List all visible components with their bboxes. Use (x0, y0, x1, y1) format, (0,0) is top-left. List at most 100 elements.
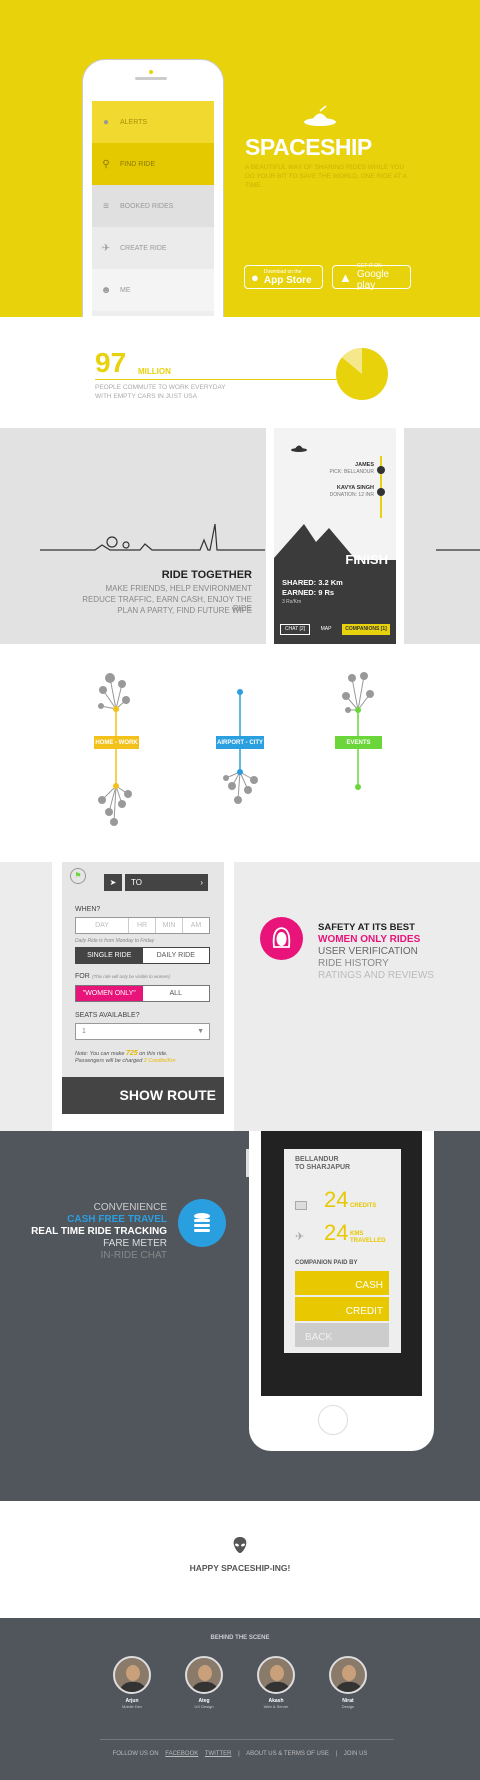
seats-select[interactable]: 1 ▼ (75, 1023, 210, 1040)
show-route-button[interactable]: SHOW ROUTE (62, 1077, 224, 1114)
ride-note: Daily Ride is from Monday to Friday (75, 938, 155, 944)
tag-home-work[interactable]: HOME - WORK (94, 736, 139, 749)
navigate-button[interactable]: ➤ (104, 874, 122, 891)
plane-icon: ✈ (295, 1231, 305, 1243)
credits-number: 24 (324, 1187, 349, 1212)
twitter-link[interactable]: TWITTER (205, 1751, 232, 1757)
spaceship-logo-icon (304, 105, 336, 126)
note-rate: 2 Credits/Km (143, 1058, 176, 1064)
app-store-button[interactable]: ● Download on the App Store (244, 265, 323, 289)
when-min[interactable]: MIN (156, 918, 183, 933)
avatar (257, 1656, 295, 1694)
conv-line-5: IN-RIDE CHAT (100, 1250, 167, 1261)
note-text-3: Passengers will be charged (75, 1058, 143, 1064)
all-option[interactable]: ALL (143, 986, 210, 1001)
chevron-right-icon: › (200, 878, 203, 887)
facebook-link[interactable]: FACEBOOK (165, 1751, 198, 1757)
note-amount: 725 (125, 1050, 138, 1057)
phone-camera (149, 70, 153, 74)
stat-unit: MILLION (138, 367, 171, 376)
when-label: WHEN? (75, 906, 101, 913)
kms-label-1: KMS (350, 1231, 364, 1237)
menu-label: ALERTS (120, 118, 148, 126)
shared-label: SHARED: 3.2 Km (282, 578, 343, 587)
ride-line-graphic (40, 523, 480, 551)
avatar (329, 1656, 367, 1694)
to-field[interactable]: TO › (125, 874, 208, 891)
member-card[interactable]: Ateg UX Design (178, 1656, 230, 1709)
member-card[interactable]: Akash Web & Server (250, 1656, 302, 1709)
footer-rule (100, 1739, 394, 1740)
menu-label: FIND RIDE (120, 160, 155, 168)
stat-rule (95, 379, 345, 380)
conv-line-1: CONVENIENCE (93, 1202, 167, 1213)
menu-item-booked-rides[interactable]: ≡ BOOKED RIDES (92, 185, 214, 227)
tab-map[interactable]: MAP (312, 624, 340, 635)
daily-ride-option[interactable]: DAILY RIDE (143, 948, 210, 963)
about-link[interactable]: ABOUT US & TERMS OF USE (246, 1751, 329, 1757)
google-play-button[interactable]: ▲ GET IT ON Google play (332, 263, 411, 291)
rate-label: 3 Rs/Km (282, 599, 302, 605)
menu-item-create-ride[interactable]: ✈ CREATE RIDE (92, 227, 214, 269)
alien-icon (233, 1537, 247, 1553)
paid-by-label: COMPANION PAID BY (295, 1260, 358, 1266)
conv-line-4: FARE METER (103, 1238, 167, 1249)
google-play-large: Google play (356, 269, 390, 291)
menu-label: BOOKED RIDES (120, 202, 174, 210)
list-icon: ≡ (103, 200, 109, 212)
single-ride-option[interactable]: SINGLE RIDE (76, 948, 143, 963)
menu-item-me[interactable]: ☻ ME (92, 269, 214, 311)
stats-section: 97 MILLION PEOPLE COMMUTE TO WORK EVERYD… (0, 317, 480, 428)
ride-screen: JAMES PICK: BELLANDUR KAVYA SINGH DONATI… (274, 428, 396, 644)
for-note: (This ride will only be visible to women… (92, 974, 171, 979)
menu-item-find-ride[interactable]: ⚲ FIND RIDE (92, 143, 214, 185)
credit-button[interactable]: CREDIT (295, 1297, 389, 1321)
conv-screen: BELLANDUR TO SHARJAPUR 24 CREDITS ✈ 24 K… (284, 1149, 401, 1353)
member-card[interactable]: Nirat Design (322, 1656, 374, 1709)
when-field[interactable]: DAY HR MIN AM (75, 917, 210, 934)
stop-2-name: KAVYA SINGH (336, 485, 374, 491)
when-day[interactable]: DAY (76, 918, 129, 933)
kms-number: 24 (324, 1220, 349, 1245)
tag-events[interactable]: EVENTS (335, 736, 382, 749)
ride-together-section: RIDE TOGETHER MAKE FRIENDS, HELP ENVIRON… (0, 428, 480, 644)
chat-bubble-icon: ● (102, 116, 110, 128)
conv-line-2: CASH FREE TRAVEL (67, 1214, 167, 1225)
safety-highlight: WOMEN ONLY RIDES (318, 934, 421, 945)
tab-companions[interactable]: COMPANIONS [1] (342, 624, 390, 635)
ride-line-3: PLAN A PARTY, FIND FUTURE WIFE (117, 606, 252, 615)
stop-2-detail: DONATION: 12 INR (329, 492, 374, 498)
brand-tagline: A BEAUTIFUL WAY OF SHARING RIDES WHILE Y… (245, 164, 407, 189)
member-card[interactable]: Arjun Mobile Dev (106, 1656, 158, 1709)
tab-chat[interactable]: CHAT [2] (280, 624, 310, 635)
safety-line-2: RIDE HISTORY (318, 958, 389, 969)
search-icon: ⚲ (102, 158, 110, 170)
stop-1-marker (377, 466, 385, 474)
earnings-note: Note: You can make 725 on this ride. Pas… (75, 1050, 215, 1065)
safety-section: ⚑ ➤ TO › WHEN? DAY HR MIN AM Daily Ride … (0, 862, 480, 1131)
credits-icon (295, 1201, 307, 1210)
coins-icon (178, 1199, 226, 1247)
when-hr[interactable]: HR (129, 918, 156, 933)
phone-speaker (135, 77, 167, 80)
route-to: TO SHARJAPUR (295, 1164, 351, 1171)
routes-section: HOME - WORK AIRPORT - CITY EVENTS (0, 644, 480, 862)
cash-button[interactable]: CASH (295, 1271, 389, 1295)
member-role: Web & Server (263, 1704, 289, 1709)
to-label: TO (131, 878, 142, 887)
tag-airport-city[interactable]: AIRPORT - CITY (216, 736, 264, 749)
kms-label-2: TRAVELLED (350, 1238, 386, 1244)
join-link[interactable]: JOIN US (344, 1751, 368, 1757)
stop-1-name: JAMES (355, 462, 374, 468)
menu-item-alerts[interactable]: ● ALERTS (92, 101, 214, 143)
back-button[interactable]: BACK (295, 1323, 389, 1347)
hero-section: ● ALERTS ⚲ FIND RIDE ≡ BOOKED RIDES ✈ CREATE… (0, 0, 480, 317)
when-ampm[interactable]: AM (183, 918, 209, 933)
team-heading: BEHIND THE SCENE (210, 1635, 270, 1641)
for-toggle: "WOMEN ONLY" ALL (75, 985, 210, 1002)
brand-title: SPACESHIP (245, 134, 372, 160)
women-only-option[interactable]: "WOMEN ONLY" (76, 986, 143, 1001)
chevron-down-icon: ▼ (197, 1028, 204, 1035)
home-button[interactable] (318, 1405, 348, 1435)
safety-faded: RATINGS AND REVIEWS (318, 970, 434, 981)
